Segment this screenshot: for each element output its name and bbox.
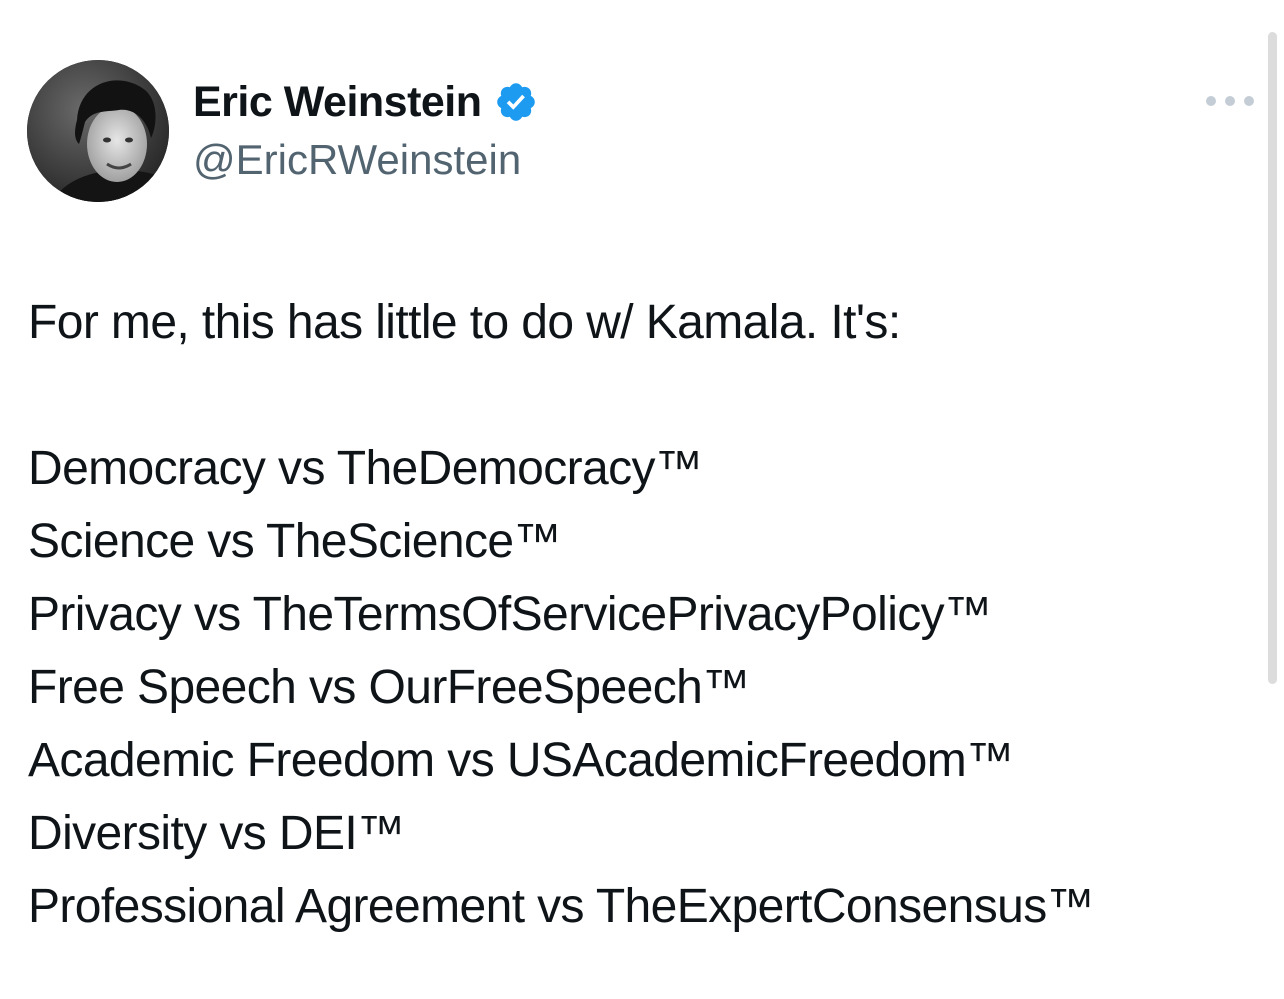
dot bbox=[1206, 96, 1216, 106]
author-name[interactable]: Eric Weinstein bbox=[193, 78, 482, 127]
avatar-photo bbox=[27, 60, 169, 202]
avatar[interactable] bbox=[27, 60, 169, 202]
verified-badge-icon[interactable] bbox=[494, 80, 538, 124]
tweet-card: Eric Weinstein @EricRWeinstein For me, t… bbox=[0, 0, 1284, 999]
tweet-line: Academic Freedom vs USAcademicFreedom™ bbox=[28, 734, 1014, 787]
author-handle[interactable]: @EricRWeinstein bbox=[193, 136, 521, 184]
more-options-icon[interactable] bbox=[1206, 88, 1254, 114]
tweet-text: For me, this has little to do w/ Kamala.… bbox=[28, 286, 1268, 943]
tweet-line: Democracy vs TheDemocracy™ bbox=[28, 442, 703, 495]
tweet-line: Free Speech vs OurFreeSpeech™ bbox=[28, 661, 750, 714]
author-name-row: Eric Weinstein bbox=[193, 76, 538, 128]
tweet-line: Diversity vs DEI™ bbox=[28, 807, 405, 860]
dot bbox=[1225, 96, 1235, 106]
tweet-line: Privacy vs TheTermsOfServicePrivacyPolic… bbox=[28, 588, 992, 641]
tweet-line: Professional Agreement vs TheExpertConse… bbox=[28, 880, 1095, 933]
tweet-line: Science vs TheScience™ bbox=[28, 515, 561, 568]
dot bbox=[1244, 96, 1254, 106]
scrollbar[interactable] bbox=[1268, 32, 1277, 684]
tweet-intro: For me, this has little to do w/ Kamala.… bbox=[28, 296, 901, 349]
